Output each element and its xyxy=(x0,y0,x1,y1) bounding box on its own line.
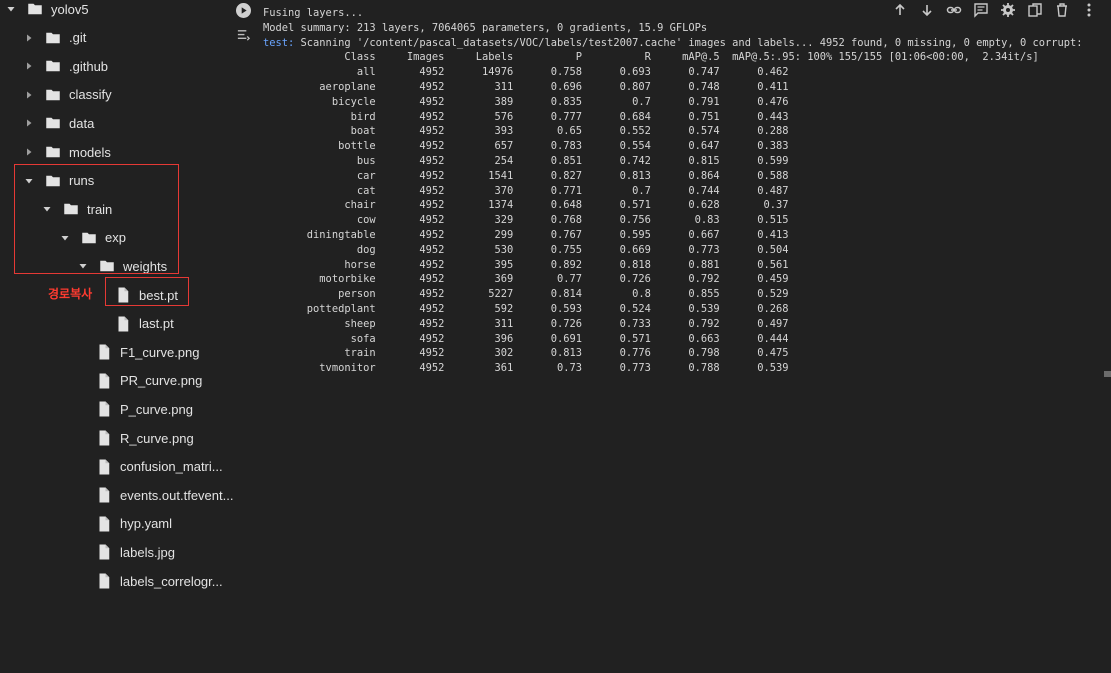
file-icon xyxy=(95,458,113,476)
tree-item-label: labels_correlogr... xyxy=(120,573,223,589)
metrics-row-diningtable: diningtable 4952 299 0.767 0.595 0.667 0… xyxy=(263,228,789,241)
expand-arrow-icon[interactable] xyxy=(22,88,36,102)
tree-item-events-out-tfevent[interactable]: events.out.tfevent... xyxy=(95,483,233,507)
tree-item-label: models xyxy=(69,144,111,160)
tree-item-models[interactable]: models xyxy=(22,140,111,164)
folder-icon xyxy=(44,143,62,161)
metrics-row-pottedplant: pottedplant 4952 592 0.593 0.524 0.539 0… xyxy=(263,302,789,315)
metrics-row-bottle: bottle 4952 657 0.783 0.554 0.647 0.383 xyxy=(263,140,789,153)
metrics-row-cow: cow 4952 329 0.768 0.756 0.83 0.515 xyxy=(263,214,789,227)
folder-icon xyxy=(44,114,62,132)
tree-item-hyp-yaml[interactable]: hyp.yaml xyxy=(95,512,172,536)
run-cell-button[interactable] xyxy=(236,3,251,18)
tree-item-label: last.pt xyxy=(139,316,174,332)
collapse-arrow-icon[interactable] xyxy=(4,2,18,16)
metrics-row-sheep: sheep 4952 311 0.726 0.733 0.792 0.497 xyxy=(263,317,789,330)
tree-item-label: yolov5 xyxy=(51,1,89,17)
tree-item-p-curve-png[interactable]: P_curve.png xyxy=(95,397,193,421)
tree-item-label: P_curve.png xyxy=(120,401,193,417)
metrics-row-bus: bus 4952 254 0.851 0.742 0.815 0.599 xyxy=(263,154,789,167)
tree-item-label: confusion_matri... xyxy=(120,459,223,475)
metrics-row-car: car 4952 1541 0.827 0.813 0.864 0.588 xyxy=(263,169,789,182)
metrics-row-person: person 4952 5227 0.814 0.8 0.855 0.529 xyxy=(263,288,789,301)
tree-item-label: classify xyxy=(69,87,112,103)
tree-item-last-pt[interactable]: last.pt xyxy=(114,312,174,336)
tree-item-label: F1_curve.png xyxy=(120,344,200,360)
metrics-row-sofa: sofa 4952 396 0.691 0.571 0.663 0.444 xyxy=(263,332,789,345)
file-icon xyxy=(95,400,113,418)
metrics-row-tvmonitor: tvmonitor 4952 361 0.73 0.773 0.788 0.53… xyxy=(263,362,789,375)
cell-output: Fusing layers... Model summary: 213 layer… xyxy=(263,6,1083,376)
file-icon xyxy=(95,486,113,504)
highlight-box-best-pt xyxy=(105,277,189,306)
metrics-row-bicycle: bicycle 4952 389 0.835 0.7 0.791 0.476 xyxy=(263,95,789,108)
tree-item-label: .git xyxy=(69,30,87,46)
play-icon xyxy=(241,7,247,14)
tree-item-classify[interactable]: classify xyxy=(22,83,112,107)
metrics-row-motorbike: motorbike 4952 369 0.77 0.726 0.792 0.45… xyxy=(263,273,789,286)
file-icon xyxy=(95,429,113,447)
tree-item-data[interactable]: data xyxy=(22,111,94,135)
metrics-header: Class Images Labels P R mAP@.5 mAP@.5:.9… xyxy=(263,51,1039,64)
tree-item-r-curve-png[interactable]: R_curve.png xyxy=(95,426,194,450)
tree-item-git[interactable]: .git xyxy=(22,26,86,50)
file-browser-panel: yolov5 .git .github classify data models runs t… xyxy=(0,0,233,673)
tree-item-f1-curve-png[interactable]: F1_curve.png xyxy=(95,340,200,364)
metrics-row-chair: chair 4952 1374 0.648 0.571 0.628 0.37 xyxy=(263,199,789,212)
expand-arrow-icon[interactable] xyxy=(22,31,36,45)
folder-icon xyxy=(44,57,62,75)
folder-icon xyxy=(26,0,44,18)
expand-arrow-icon[interactable] xyxy=(22,116,36,130)
file-icon xyxy=(114,315,132,333)
output-settings-icon[interactable] xyxy=(236,28,251,43)
tree-item-labels-jpg[interactable]: labels.jpg xyxy=(95,540,175,564)
file-icon xyxy=(95,343,113,361)
tree-item-labels-correlogr[interactable]: labels_correlogr... xyxy=(95,569,223,593)
tree-item-confusion-matri[interactable]: confusion_matri... xyxy=(95,455,223,479)
metrics-row-horse: horse 4952 395 0.892 0.818 0.881 0.561 xyxy=(263,258,789,271)
tree-item-label: PR_curve.png xyxy=(120,373,203,389)
scan-prefix: test: xyxy=(263,36,295,49)
scan-text: Scanning '/content/pascal_datasets/VOC/l… xyxy=(294,36,1083,49)
tree-item-github[interactable]: .github xyxy=(22,54,108,78)
output-line-scan: test: Scanning '/content/pascal_datasets… xyxy=(263,36,1083,51)
metrics-row-boat: boat 4952 393 0.65 0.552 0.574 0.288 xyxy=(263,125,789,138)
tree-item-pr-curve-png[interactable]: PR_curve.png xyxy=(95,369,202,393)
metrics-row-train: train 4952 302 0.813 0.776 0.798 0.475 xyxy=(263,347,789,360)
tree-item-label: R_curve.png xyxy=(120,430,194,446)
metrics-row-cat: cat 4952 370 0.771 0.7 0.744 0.487 xyxy=(263,184,789,197)
expand-arrow-icon[interactable] xyxy=(22,59,36,73)
metrics-row-aeroplane: aeroplane 4952 311 0.696 0.807 0.748 0.4… xyxy=(263,80,789,93)
metrics-row-dog: dog 4952 530 0.755 0.669 0.773 0.504 xyxy=(263,243,789,256)
scrollbar-thumb[interactable] xyxy=(1104,371,1111,377)
file-icon xyxy=(95,515,113,533)
tree-item-label: labels.jpg xyxy=(120,544,175,560)
tree-item-label: events.out.tfevent... xyxy=(120,487,234,503)
folder-icon xyxy=(44,86,62,104)
expand-arrow-icon[interactable] xyxy=(22,145,36,159)
metrics-row-bird: bird 4952 576 0.777 0.684 0.751 0.443 xyxy=(263,110,789,123)
file-icon xyxy=(95,372,113,390)
folder-icon xyxy=(44,29,62,47)
tree-item-label: .github xyxy=(69,58,109,74)
tree-item-label: hyp.yaml xyxy=(120,516,173,532)
output-line-summary: Model summary: 213 layers, 7064065 param… xyxy=(263,21,708,34)
tree-item-yolov5[interactable]: yolov5 xyxy=(4,0,89,21)
metrics-row-all: all 4952 14976 0.758 0.693 0.747 0.462 xyxy=(263,66,789,79)
more-icon xyxy=(1087,3,1091,17)
annotation-label: 경로복사 xyxy=(48,287,93,301)
file-icon xyxy=(95,543,113,561)
tree-item-label: data xyxy=(69,115,95,131)
file-icon xyxy=(95,572,113,590)
output-line-fusing: Fusing layers... xyxy=(263,7,364,19)
highlight-box-runs xyxy=(14,164,179,274)
